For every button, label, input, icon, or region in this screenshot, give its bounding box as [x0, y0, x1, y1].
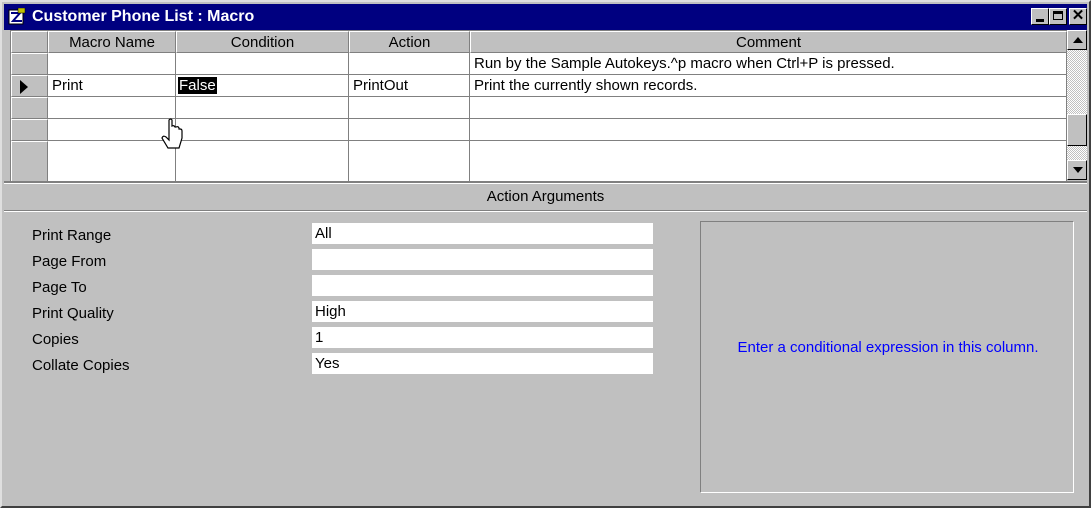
help-panel: Enter a conditional expression in this c…: [700, 221, 1074, 493]
condition-cell[interactable]: [176, 97, 349, 119]
condition-cell[interactable]: [176, 53, 349, 75]
scroll-thumb[interactable]: [1067, 114, 1087, 146]
row-selector[interactable]: [11, 119, 48, 141]
vertical-scrollbar[interactable]: [1067, 30, 1087, 180]
macro-name-cell[interactable]: [48, 53, 176, 75]
condition-cell[interactable]: False: [176, 75, 349, 97]
print-range-field[interactable]: All: [312, 223, 653, 245]
action-arguments-title: Action Arguments: [486, 188, 605, 205]
maximize-icon: [1053, 11, 1063, 20]
arg-label-page-to: Page To: [32, 279, 87, 296]
condition-cell[interactable]: [176, 119, 349, 141]
macro-icon: [8, 7, 26, 26]
current-record-arrow-icon: [20, 80, 28, 94]
action-cell[interactable]: PrintOut: [349, 75, 470, 97]
corner-selector[interactable]: [11, 31, 48, 53]
close-button[interactable]: ✕: [1069, 8, 1087, 25]
comment-cell[interactable]: Run by the Sample Autokeys.^p macro when…: [470, 53, 1067, 75]
pointer-cursor-icon: [159, 118, 185, 158]
arg-label-print-range: Print Range: [32, 227, 112, 244]
column-header-macro-name[interactable]: Macro Name: [48, 31, 176, 53]
help-text: Enter a conditional expression in this c…: [737, 339, 1039, 356]
close-icon: ✕: [1071, 7, 1085, 24]
macro-name-cell[interactable]: [48, 97, 176, 119]
condition-cell[interactable]: [176, 141, 349, 181]
scroll-down-button[interactable]: [1067, 160, 1087, 180]
row-selector[interactable]: [11, 53, 48, 75]
arg-label-collate-copies: Collate Copies: [32, 357, 130, 374]
column-header-condition[interactable]: Condition: [176, 31, 349, 53]
pane-divider: [4, 181, 1087, 184]
arrow-up-icon: [1073, 37, 1083, 43]
collate-copies-field[interactable]: Yes: [312, 353, 653, 375]
comment-cell[interactable]: Print the currently shown records.: [470, 75, 1067, 97]
macro-name-cell[interactable]: [48, 141, 176, 181]
arg-label-copies: Copies: [32, 331, 79, 348]
comment-cell[interactable]: [470, 97, 1067, 119]
comment-cell[interactable]: [470, 141, 1067, 181]
macro-name-cell[interactable]: [48, 119, 176, 141]
print-quality-field[interactable]: High: [312, 301, 653, 323]
maximize-button[interactable]: [1049, 8, 1067, 25]
minimize-icon: [1036, 19, 1044, 22]
arg-label-page-from: Page From: [32, 253, 107, 270]
scroll-up-button[interactable]: [1067, 30, 1087, 50]
section-divider: [4, 210, 1087, 212]
window-title: Customer Phone List : Macro: [32, 8, 255, 25]
arrow-down-icon: [1073, 167, 1083, 173]
arg-label-print-quality: Print Quality: [32, 305, 114, 322]
comment-cell[interactable]: [470, 119, 1067, 141]
title-bar[interactable]: Customer Phone List : Macro ✕: [4, 4, 1087, 30]
row-selector[interactable]: [11, 141, 48, 181]
macro-window: Customer Phone List : Macro ✕ Macro Name…: [0, 0, 1091, 508]
action-cell[interactable]: [349, 97, 470, 119]
action-cell[interactable]: [349, 119, 470, 141]
selected-condition-text: False: [178, 77, 217, 94]
macro-name-cell[interactable]: Print: [48, 75, 176, 97]
copies-field[interactable]: 1: [312, 327, 653, 349]
action-cell[interactable]: [349, 53, 470, 75]
column-header-comment[interactable]: Comment: [470, 31, 1067, 53]
row-selector[interactable]: [11, 75, 48, 97]
action-cell[interactable]: [349, 141, 470, 181]
minimize-button[interactable]: [1031, 8, 1049, 25]
macro-grid: Macro Name Condition Action Comment Run …: [10, 30, 1067, 181]
page-to-field[interactable]: [312, 275, 653, 297]
row-selector[interactable]: [11, 97, 48, 119]
page-from-field[interactable]: [312, 249, 653, 271]
column-header-action[interactable]: Action: [349, 31, 470, 53]
